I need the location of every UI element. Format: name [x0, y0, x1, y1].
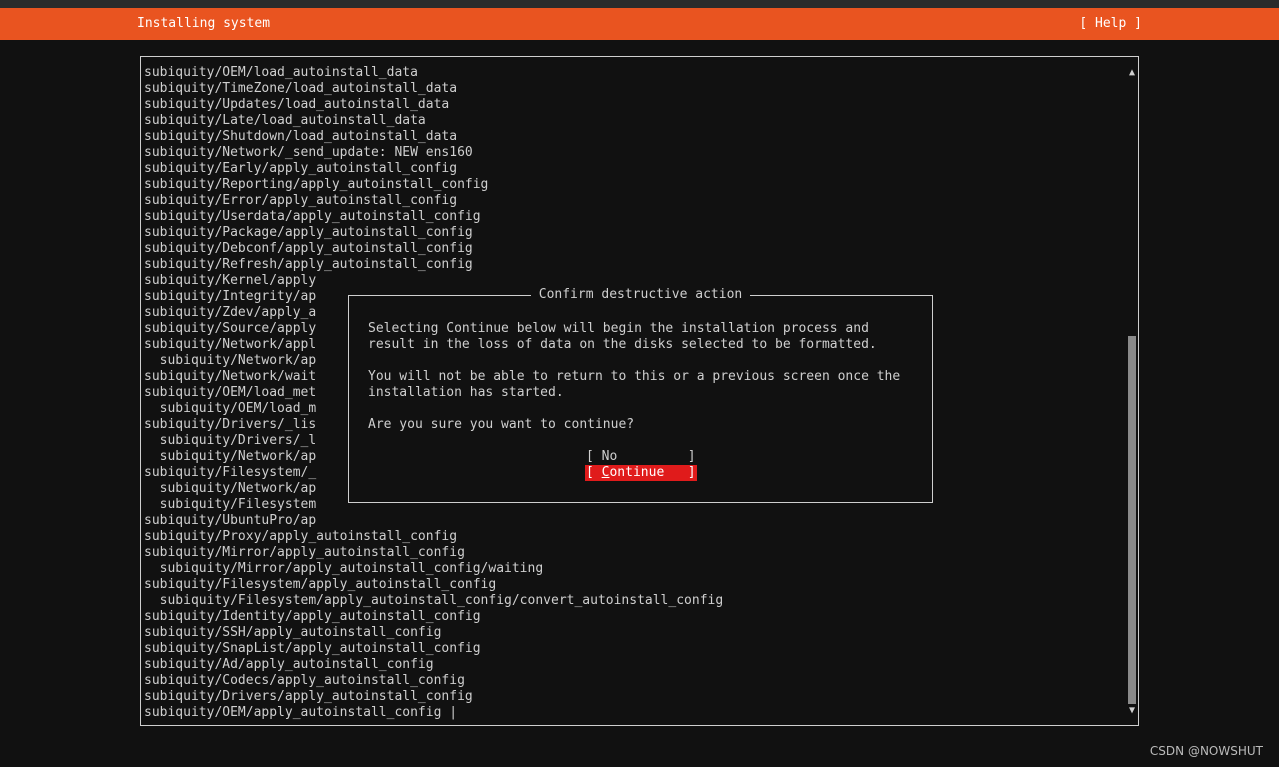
dialog-line-3: You will not be able to return to this o… [368, 369, 901, 384]
log-line: subiquity/Late/load_autoinstall_data [144, 113, 426, 128]
scroll-down-icon[interactable]: ▼ [1126, 703, 1138, 719]
log-line: subiquity/Shutdown/load_autoinstall_data [144, 129, 458, 144]
dialog-line-1: Selecting Continue below will begin the … [368, 321, 869, 336]
log-line: subiquity/SnapList/apply_autoinstall_con… [144, 641, 481, 656]
dialog-title: Confirm destructive action [349, 287, 932, 303]
log-line: subiquity/Updates/load_autoinstall_data [144, 97, 450, 112]
dialog-line-4: installation has started. [368, 385, 564, 400]
log-line: subiquity/Refresh/apply_autoinstall_conf… [144, 257, 473, 272]
watermark: CSDN @NOWSHUT [1149, 744, 1263, 758]
log-line: subiquity/Network/_send_update: NEW ens1… [144, 145, 473, 160]
log-line: subiquity/Error/apply_autoinstall_config [144, 193, 458, 208]
log-line: subiquity/Early/apply_autoinstall_config [144, 161, 458, 176]
scroll-up-icon[interactable]: ▲ [1126, 65, 1138, 81]
log-line: subiquity/Mirror/apply_autoinstall_confi… [144, 545, 465, 560]
dialog-message: Selecting Continue below will begin the … [368, 321, 900, 433]
log-line: subiquity/Debconf/apply_autoinstall_conf… [144, 241, 473, 256]
help-button[interactable]: [ Help ] [1079, 16, 1142, 32]
page-title: Installing system [137, 16, 271, 31]
log-line: subiquity/Userdata/apply_autoinstall_con… [144, 209, 481, 224]
log-line: subiquity/Codecs/apply_autoinstall_confi… [144, 673, 465, 688]
top-strip [0, 0, 1279, 8]
log-line: subiquity/UbuntuPro/ap [144, 513, 317, 528]
dialog-line-2: result in the loss of data on the disks … [368, 337, 877, 352]
log-line: subiquity/OEM/apply_autoinstall_config | [144, 705, 458, 720]
log-line: subiquity/Proxy/apply_autoinstall_config [144, 529, 458, 544]
continue-label-rest: ontinue ] [609, 465, 696, 480]
no-button[interactable]: [ No ] [586, 449, 696, 465]
log-line: subiquity/Identity/apply_autoinstall_con… [144, 609, 481, 624]
log-line: subiquity/Mirror/apply_autoinstall_confi… [144, 561, 544, 576]
dialog-title-text: Confirm destructive action [530, 287, 751, 302]
scrollbar-thumb[interactable] [1128, 336, 1136, 704]
confirm-dialog: Confirm destructive action Selecting Con… [348, 287, 933, 503]
log-line: subiquity/Drivers/apply_autoinstall_conf… [144, 689, 473, 704]
log-line: subiquity/Package/apply_autoinstall_conf… [144, 225, 473, 240]
log-line: subiquity/TimeZone/load_autoinstall_data [144, 81, 458, 96]
log-line: subiquity/Filesystem/apply_autoinstall_c… [144, 593, 724, 608]
continue-open-bracket: [ [586, 465, 602, 480]
log-line: subiquity/Filesystem/apply_autoinstall_c… [144, 577, 497, 592]
continue-button[interactable]: [ Continue ] [585, 465, 697, 481]
dialog-question: Are you sure you want to continue? [368, 417, 635, 432]
log-line: subiquity/Reporting/apply_autoinstall_co… [144, 177, 489, 192]
log-line: subiquity/Ad/apply_autoinstall_config [144, 657, 434, 672]
header-bar: Installing system [ Help ] [0, 8, 1279, 40]
log-line: subiquity/SSH/apply_autoinstall_config [144, 625, 442, 640]
log-line: subiquity/OEM/load_autoinstall_data [144, 65, 418, 80]
